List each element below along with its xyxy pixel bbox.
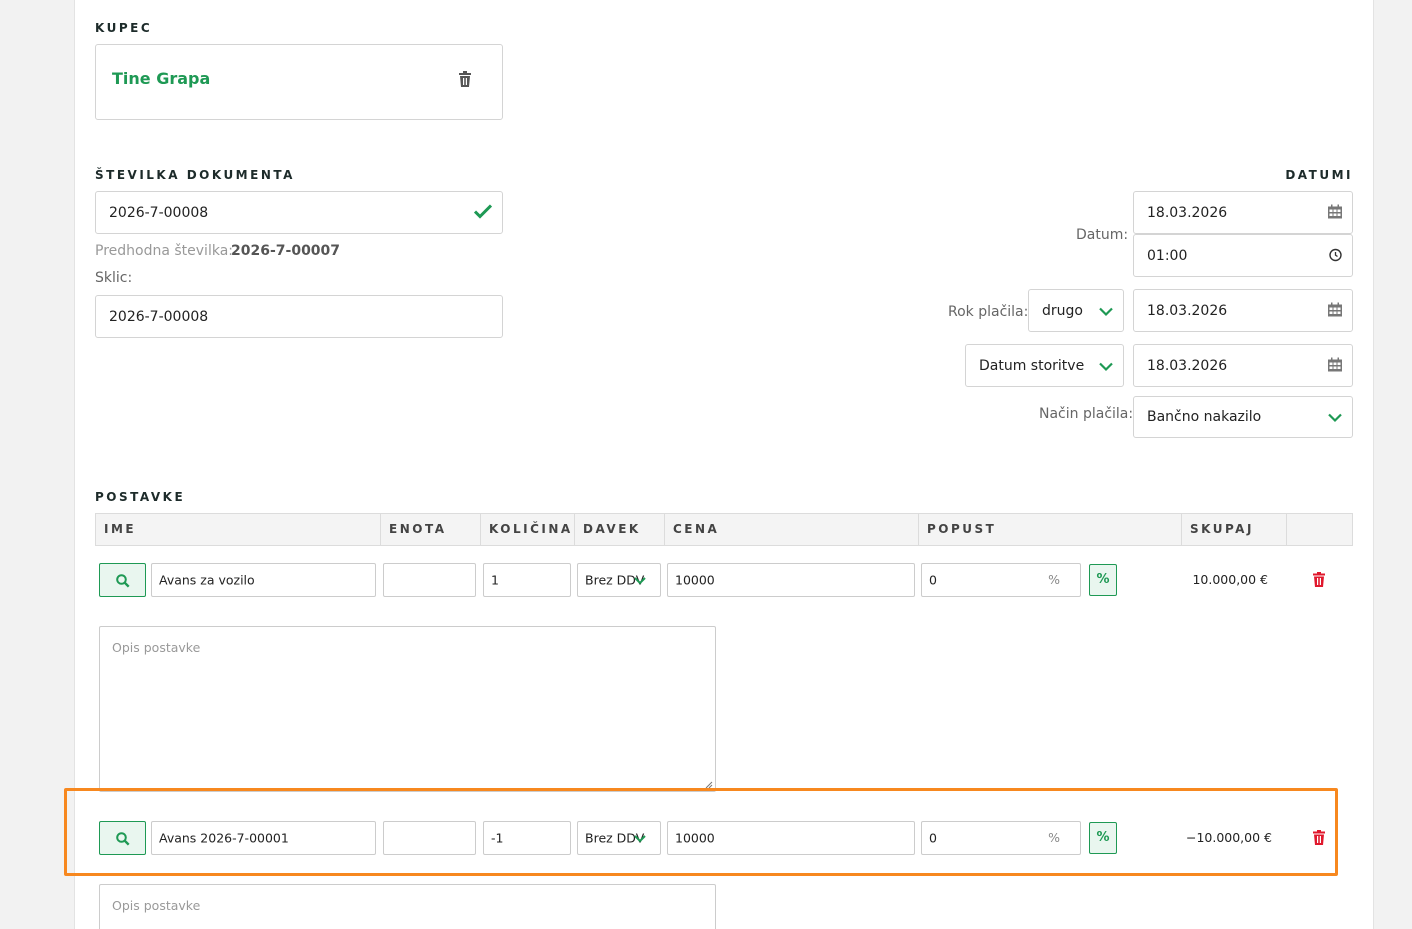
calendar-icon[interactable] (1328, 301, 1342, 320)
column-header-unit: ENOTA (381, 514, 481, 545)
document-number-section-title: ŠTEVILKA DOKUMENTA (95, 168, 295, 182)
clock-icon[interactable] (1329, 246, 1342, 265)
previous-number-label: Predhodna številka: (95, 243, 233, 259)
date-label: Datum: (1076, 227, 1129, 243)
due-label: Rok plačila: (948, 304, 1029, 320)
date-value: 18.03.2026 (1147, 204, 1228, 221)
column-header-actions (1287, 514, 1353, 545)
reference-label: Sklic: (95, 270, 133, 286)
highlight-frame (64, 788, 1338, 876)
service-date-option: Datum storitve (979, 357, 1085, 374)
reference-value: 2026-7-00008 (109, 308, 209, 325)
item-search-button[interactable] (99, 563, 146, 597)
due-date-value: 18.03.2026 (1147, 302, 1228, 319)
due-option: drugo (1042, 302, 1083, 319)
time-input[interactable]: 01:00 (1133, 234, 1353, 277)
customer-card[interactable]: Tine Grapa (95, 44, 503, 120)
items-section-title: POSTAVKE (95, 490, 186, 504)
due-select[interactable]: drugo (1028, 289, 1124, 332)
item-description-textarea[interactable]: Opis postavke (99, 884, 716, 929)
delete-row-icon[interactable] (1313, 572, 1325, 591)
due-date-input[interactable]: 18.03.2026 (1133, 289, 1353, 332)
table-row: Avans za vozilo 1 Brez DDV 10000 0 % % 1… (75, 562, 1375, 598)
trash-icon[interactable] (458, 71, 472, 91)
column-header-name: IME (96, 514, 381, 545)
discount-type-toggle[interactable]: % (1089, 564, 1117, 596)
column-header-tax: DAVEK (575, 514, 665, 545)
customer-name[interactable]: Tine Grapa (112, 69, 210, 88)
discount-unit-label: % (1048, 572, 1060, 587)
column-header-price: CENA (665, 514, 919, 545)
customer-section-title: KUPEC (95, 21, 153, 35)
document-number-input[interactable]: 2026-7-00008 (95, 191, 503, 234)
document-number-value: 2026-7-00008 (109, 204, 209, 221)
item-quantity-input[interactable]: 1 (483, 563, 571, 597)
chevron-down-icon (1328, 408, 1342, 427)
chevron-down-icon (634, 577, 646, 585)
item-price-input[interactable]: 10000 (667, 563, 915, 597)
payment-method-value: Bančno nakazilo (1147, 409, 1262, 425)
dates-section-title: DATUMI (1285, 168, 1353, 182)
item-tax-select[interactable]: Brez DDV (577, 563, 661, 597)
calendar-icon[interactable] (1328, 203, 1342, 222)
item-description-textarea[interactable]: Opis postavke (99, 626, 716, 792)
reference-input[interactable]: 2026-7-00008 (95, 295, 503, 338)
time-value: 01:00 (1147, 247, 1188, 264)
service-date-type-select[interactable]: Datum storitve (965, 344, 1124, 387)
column-header-quantity: KOLIČINA (481, 514, 575, 545)
column-header-total: SKUPAJ (1182, 514, 1287, 545)
payment-method-select[interactable]: Bančno nakazilo (1133, 396, 1353, 438)
service-date-input[interactable]: 18.03.2026 (1133, 344, 1353, 387)
chevron-down-icon (1099, 356, 1113, 375)
item-name-input[interactable]: Avans za vozilo (151, 563, 376, 597)
check-icon (473, 203, 493, 222)
item-unit-input[interactable] (383, 563, 476, 597)
payment-method-label: Način plačila: (1039, 406, 1134, 422)
item-total: 10.000,00 € (1192, 572, 1268, 587)
previous-number-value: 2026-7-00007 (231, 243, 341, 259)
chevron-down-icon (1099, 301, 1113, 320)
service-date-value: 18.03.2026 (1147, 357, 1228, 374)
items-table-header: IME ENOTA KOLIČINA DAVEK CENA POPUST SKU… (95, 513, 1353, 546)
calendar-icon[interactable] (1328, 356, 1342, 375)
column-header-discount: POPUST (919, 514, 1182, 545)
search-icon (116, 574, 130, 588)
date-input[interactable]: 18.03.2026 (1133, 191, 1353, 234)
item-discount-input[interactable]: 0 % (921, 563, 1081, 597)
